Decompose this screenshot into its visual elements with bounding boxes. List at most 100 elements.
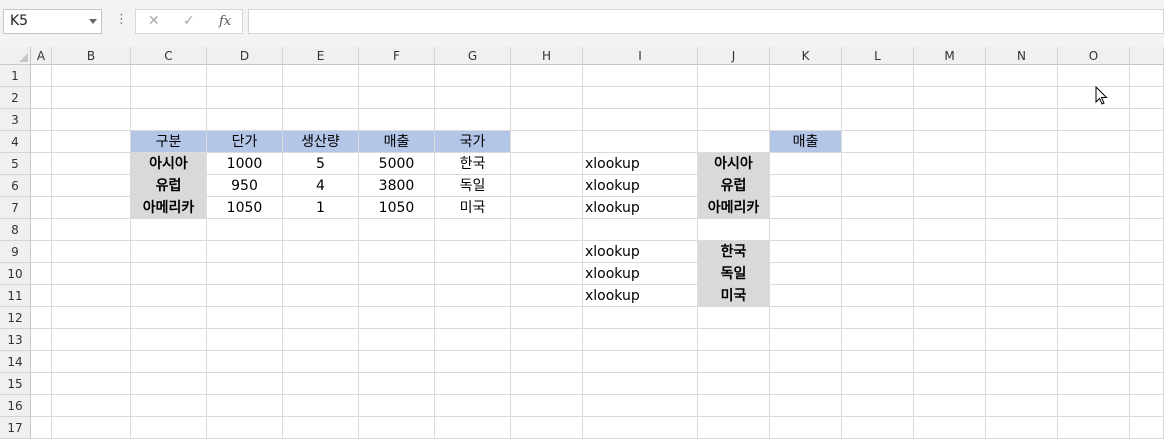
- grid-cell[interactable]: [914, 87, 986, 109]
- grid-cell[interactable]: [698, 65, 770, 87]
- grid-cell[interactable]: [770, 307, 842, 329]
- grid-cell[interactable]: [207, 219, 283, 241]
- grid-cell[interactable]: [283, 263, 359, 285]
- grid-cell[interactable]: [359, 241, 435, 263]
- grid-cell[interactable]: [52, 263, 131, 285]
- grid-cell[interactable]: [583, 329, 698, 351]
- grid-cell[interactable]: [986, 87, 1058, 109]
- region-key-cell[interactable]: 유럽: [131, 175, 207, 197]
- table-cell[interactable]: 5: [283, 153, 359, 175]
- grid-cell[interactable]: [131, 263, 207, 285]
- row-header-3[interactable]: 3: [0, 109, 31, 131]
- grid-cell[interactable]: [842, 153, 914, 175]
- grid-cell[interactable]: [914, 153, 986, 175]
- grid-cell[interactable]: [914, 241, 986, 263]
- row-header-2[interactable]: 2: [0, 87, 31, 109]
- row-header-16[interactable]: 16: [0, 395, 31, 417]
- grid-cell[interactable]: [986, 285, 1058, 307]
- grid-cell[interactable]: [1130, 285, 1164, 307]
- grid-cell[interactable]: [583, 219, 698, 241]
- lookup-key-cell[interactable]: 아시아: [698, 153, 770, 175]
- more-options-icon[interactable]: ⋮: [115, 12, 128, 27]
- lookup-key-cell[interactable]: 미국: [698, 285, 770, 307]
- grid-cell[interactable]: [986, 197, 1058, 219]
- grid-cell[interactable]: [770, 263, 842, 285]
- grid-cell[interactable]: [842, 285, 914, 307]
- grid-cell[interactable]: [359, 87, 435, 109]
- row-header-5[interactable]: 5: [0, 153, 31, 175]
- grid-cell[interactable]: [435, 263, 511, 285]
- grid-cell[interactable]: [1130, 263, 1164, 285]
- grid-cell[interactable]: [131, 87, 207, 109]
- grid-cell[interactable]: [511, 307, 583, 329]
- table-cell[interactable]: 5000: [359, 153, 435, 175]
- column-header-j[interactable]: J: [698, 47, 770, 65]
- lookup-header-cell[interactable]: 매출: [770, 131, 842, 153]
- grid-cell[interactable]: [131, 109, 207, 131]
- column-header-e[interactable]: E: [283, 47, 359, 65]
- grid-cell[interactable]: [1058, 131, 1130, 153]
- grid-cell[interactable]: [842, 307, 914, 329]
- grid-cell[interactable]: [31, 109, 52, 131]
- grid-cell[interactable]: [52, 109, 131, 131]
- column-header-m[interactable]: M: [914, 47, 986, 65]
- grid-cell[interactable]: [31, 153, 52, 175]
- grid-cell[interactable]: [359, 65, 435, 87]
- grid-cell[interactable]: [31, 307, 52, 329]
- grid-cell[interactable]: [1130, 219, 1164, 241]
- grid-cell[interactable]: [770, 109, 842, 131]
- formula-label-cell[interactable]: xlookup: [583, 197, 698, 219]
- grid-cell[interactable]: [207, 87, 283, 109]
- grid-cell[interactable]: [359, 373, 435, 395]
- select-all-button[interactable]: [0, 47, 31, 65]
- grid-cell[interactable]: [52, 153, 131, 175]
- grid-cell[interactable]: [986, 329, 1058, 351]
- column-header-a[interactable]: A: [31, 47, 52, 65]
- grid-cell[interactable]: [207, 263, 283, 285]
- table-header-cell[interactable]: 생산량: [283, 131, 359, 153]
- table-header-cell[interactable]: 단가: [207, 131, 283, 153]
- grid-cell[interactable]: [583, 395, 698, 417]
- table-cell[interactable]: 1050: [359, 197, 435, 219]
- check-icon[interactable]: ✓: [183, 13, 195, 29]
- grid-cell[interactable]: [770, 351, 842, 373]
- grid-cell[interactable]: [52, 65, 131, 87]
- grid-cell[interactable]: [1130, 307, 1164, 329]
- grid-cell[interactable]: [31, 241, 52, 263]
- grid-cell[interactable]: [511, 285, 583, 307]
- grid-cell[interactable]: [1130, 109, 1164, 131]
- column-header-k[interactable]: K: [770, 47, 842, 65]
- chevron-down-icon[interactable]: [89, 19, 97, 24]
- grid-cell[interactable]: [52, 175, 131, 197]
- grid-cell[interactable]: [583, 373, 698, 395]
- row-header-9[interactable]: 9: [0, 241, 31, 263]
- column-header-d[interactable]: D: [207, 47, 283, 65]
- grid-cell[interactable]: [52, 395, 131, 417]
- lookup-key-cell[interactable]: 아메리카: [698, 197, 770, 219]
- grid-cell[interactable]: [842, 263, 914, 285]
- grid-cell[interactable]: [207, 285, 283, 307]
- grid-cell[interactable]: [986, 307, 1058, 329]
- grid-cell[interactable]: [986, 109, 1058, 131]
- grid-cell[interactable]: [52, 373, 131, 395]
- grid-cell[interactable]: [435, 285, 511, 307]
- grid-cell[interactable]: [52, 219, 131, 241]
- grid-cell[interactable]: [31, 175, 52, 197]
- grid-cell[interactable]: [435, 109, 511, 131]
- grid-cell[interactable]: [31, 197, 52, 219]
- grid-cell[interactable]: [31, 219, 52, 241]
- grid-cell[interactable]: [842, 197, 914, 219]
- formula-label-cell[interactable]: xlookup: [583, 285, 698, 307]
- grid-cell[interactable]: [359, 395, 435, 417]
- grid-cell[interactable]: [511, 87, 583, 109]
- table-cell[interactable]: 950: [207, 175, 283, 197]
- grid-cell[interactable]: [207, 329, 283, 351]
- grid-cell[interactable]: [914, 197, 986, 219]
- grid-cell[interactable]: [914, 263, 986, 285]
- grid-cell[interactable]: [914, 307, 986, 329]
- grid-cell[interactable]: [207, 109, 283, 131]
- cancel-icon[interactable]: ✕: [148, 13, 160, 29]
- grid-cell[interactable]: [207, 395, 283, 417]
- grid-cell[interactable]: [435, 87, 511, 109]
- grid-cell[interactable]: [435, 373, 511, 395]
